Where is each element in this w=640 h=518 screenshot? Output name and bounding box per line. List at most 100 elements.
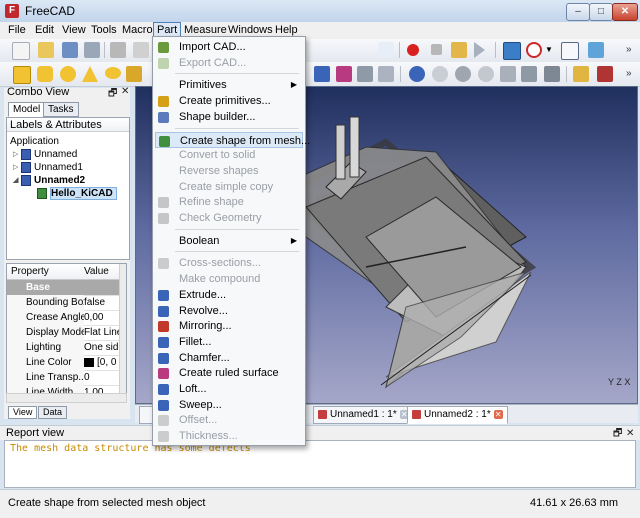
- open-file-icon[interactable]: [38, 42, 54, 58]
- undock-icon[interactable]: 🗗: [613, 426, 622, 441]
- property-value[interactable]: 0,00: [84, 310, 124, 325]
- tree-item-hello-kicad[interactable]: Hello_KiCAD: [37, 187, 117, 200]
- horizontal-scrollbar[interactable]: [6, 393, 127, 403]
- fillet-tool-icon[interactable]: [500, 66, 516, 82]
- print-icon[interactable]: [84, 42, 100, 58]
- minimize-button[interactable]: –: [566, 3, 590, 21]
- measure-linear-icon[interactable]: [573, 66, 589, 82]
- property-value[interactable]: 0: [84, 370, 124, 385]
- copy-icon[interactable]: [133, 42, 149, 58]
- toolbar-overflow-icon[interactable]: »: [626, 68, 632, 79]
- property-row[interactable]: Line Color [0, 0: [7, 355, 119, 371]
- ruled-surface-icon[interactable]: [336, 66, 352, 82]
- menu-item-boolean[interactable]: Boolean ▶: [155, 233, 303, 249]
- menu-macro[interactable]: Macro: [119, 23, 156, 37]
- expand-arrow-icon[interactable]: ▷: [13, 148, 21, 161]
- maximize-button[interactable]: □: [589, 3, 613, 21]
- cylinder-icon[interactable]: [37, 66, 53, 82]
- menu-item-sweep[interactable]: Sweep...: [155, 397, 303, 413]
- menu-item-extrude[interactable]: Extrude...: [155, 287, 303, 303]
- menu-windows[interactable]: Windows: [225, 23, 276, 37]
- section-icon[interactable]: [357, 66, 373, 82]
- menu-item-revolve[interactable]: Revolve...: [155, 303, 303, 319]
- vertical-scrollbar[interactable]: [119, 264, 126, 394]
- extrude-icon[interactable]: [314, 66, 330, 82]
- fuse-icon[interactable]: [455, 66, 471, 82]
- menu-item-chamfer[interactable]: Chamfer...: [155, 350, 303, 366]
- property-row[interactable]: Line Transp... 0: [7, 370, 119, 386]
- tab-tasks[interactable]: Tasks: [43, 102, 79, 117]
- color-swatch[interactable]: [84, 358, 94, 367]
- cone-icon[interactable]: [82, 66, 98, 82]
- close-button[interactable]: ✕: [612, 3, 638, 21]
- common-icon[interactable]: [478, 66, 494, 82]
- torus-icon[interactable]: [105, 67, 121, 79]
- front-view-icon[interactable]: [588, 42, 604, 58]
- cube-icon[interactable]: [13, 66, 31, 84]
- toolbar-overflow-icon[interactable]: »: [626, 44, 632, 55]
- tab-model[interactable]: Model: [8, 102, 46, 117]
- expand-arrow-icon[interactable]: ▷: [13, 161, 21, 174]
- sphere-icon[interactable]: [60, 66, 76, 82]
- whats-this-icon[interactable]: [378, 42, 394, 58]
- doc-tab-unnamed2[interactable]: Unnamed2 : 1* ✕: [407, 406, 508, 424]
- fit-all-icon[interactable]: [503, 42, 521, 60]
- property-row[interactable]: Bounding Box false: [7, 295, 119, 311]
- menu-item-create-ruled-surface[interactable]: Create ruled surface: [155, 365, 303, 381]
- stop-macro-icon[interactable]: [431, 44, 442, 55]
- menu-measure[interactable]: Measure: [181, 23, 230, 37]
- cut-shape-icon[interactable]: [432, 66, 448, 82]
- property-value[interactable]: [0, 0: [97, 355, 119, 370]
- tree-item-unnamed[interactable]: ▷ Unnamed: [13, 148, 77, 161]
- report-view[interactable]: The mesh data structure has some defects: [4, 440, 636, 488]
- toolbar-file: ▼ ▼ »: [0, 39, 640, 99]
- save-file-icon[interactable]: [62, 42, 78, 58]
- tab-view[interactable]: View: [8, 406, 38, 419]
- collapse-arrow-icon[interactable]: ◢: [13, 174, 21, 187]
- chamfer-tool-icon[interactable]: [521, 66, 537, 82]
- menu-file[interactable]: File: [5, 23, 29, 37]
- property-row[interactable]: Crease Angle 0,00: [7, 310, 119, 326]
- menu-item-create-primitives[interactable]: Create primitives...: [155, 93, 303, 109]
- draw-style-icon[interactable]: [526, 42, 542, 58]
- menu-item-create-shape-from-mesh[interactable]: Create shape from mesh...: [155, 131, 310, 148]
- menu-help[interactable]: Help: [272, 23, 301, 37]
- menu-item-primitives[interactable]: Primitives ▶: [155, 77, 303, 93]
- property-row[interactable]: Lighting One side: [7, 340, 124, 356]
- tree-item-unnamed1[interactable]: ▷ Unnamed1: [13, 161, 83, 174]
- menu-edit[interactable]: Edit: [32, 23, 57, 37]
- run-macro-icon[interactable]: [474, 42, 485, 58]
- primitives-icon[interactable]: [126, 66, 142, 82]
- close-panel-icon[interactable]: ✕: [121, 86, 129, 97]
- menu-bar: File Edit View Tools Macro Part Measure …: [0, 22, 640, 39]
- property-row[interactable]: Display Mode Flat Lines: [7, 325, 124, 341]
- property-group-row[interactable]: Base: [7, 280, 119, 296]
- measure-angular-icon[interactable]: [597, 66, 613, 82]
- tree-root[interactable]: Application: [10, 135, 59, 148]
- property-value[interactable]: One side: [84, 340, 124, 355]
- doc-tab-unnamed1[interactable]: Unnamed1 : 1* ✕: [313, 406, 414, 424]
- new-file-icon[interactable]: [12, 42, 30, 60]
- menu-item-fillet[interactable]: Fillet...: [155, 334, 303, 350]
- menu-item-mirroring[interactable]: Mirroring...: [155, 318, 303, 334]
- isometric-view-icon[interactable]: [561, 42, 579, 60]
- mirror-tool-icon[interactable]: [544, 66, 560, 82]
- property-value[interactable]: Flat Lines: [84, 325, 124, 340]
- undock-icon[interactable]: 🗗: [108, 86, 117, 103]
- boolean-icon[interactable]: [409, 66, 425, 82]
- cross-sections-icon[interactable]: [378, 66, 394, 82]
- close-tab-icon[interactable]: ✕: [493, 409, 503, 419]
- menu-item-loft[interactable]: Loft...: [155, 381, 303, 397]
- close-panel-icon[interactable]: ✕: [626, 426, 634, 441]
- tab-data[interactable]: Data: [38, 406, 68, 419]
- cut-icon[interactable]: [110, 42, 126, 58]
- menu-item-import-cad[interactable]: Import CAD...: [155, 39, 303, 55]
- menu-item-shape-builder[interactable]: Shape builder...: [155, 109, 303, 125]
- edit-macro-icon[interactable]: [451, 42, 467, 58]
- property-value[interactable]: false: [84, 295, 124, 310]
- tree-item-unnamed2[interactable]: ◢ Unnamed2: [13, 174, 85, 187]
- menu-view[interactable]: View: [59, 23, 89, 37]
- chevron-down-icon[interactable]: ▼: [545, 42, 553, 58]
- menu-tools[interactable]: Tools: [88, 23, 120, 37]
- record-macro-icon[interactable]: [407, 44, 419, 56]
